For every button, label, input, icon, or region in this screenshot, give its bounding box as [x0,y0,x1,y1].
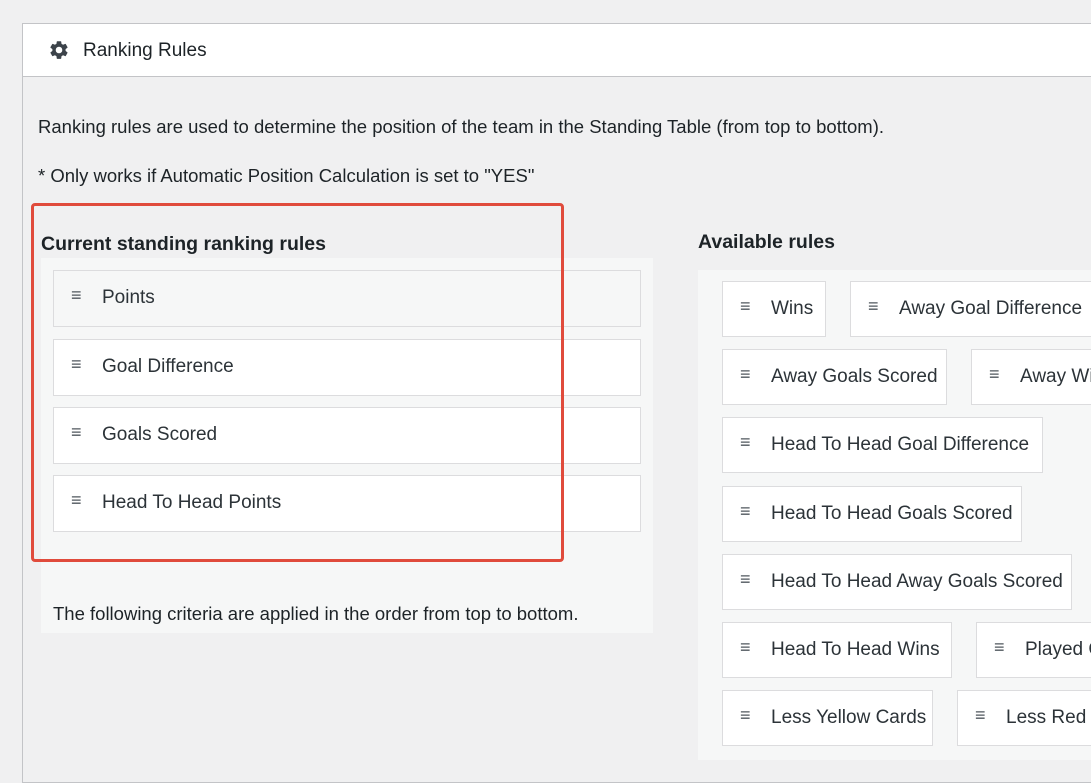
drag-handle-icon[interactable]: ≡ [740,705,751,726]
drag-handle-icon[interactable]: ≡ [71,422,82,443]
panel-title: Ranking Rules [83,40,207,61]
order-hint-text: The following criteria are applied in th… [53,603,579,624]
available-rule-item[interactable]: ≡ Head To Head Goals Scored [722,486,1022,542]
available-rule-item[interactable]: ≡ Played Games [976,622,1091,678]
rule-label: Head To Head Away Goals Scored [771,571,1063,592]
drag-handle-icon[interactable]: ≡ [989,364,1000,385]
available-rule-item[interactable]: ≡ Away Goals Scored [722,349,947,405]
description-text: Ranking rules are used to determine the … [38,116,885,137]
available-rule-item[interactable]: ≡ Head To Head Away Goals Scored [722,554,1072,610]
rule-label: Head To Head Goals Scored [771,503,1013,524]
available-rules-title: Available rules [698,231,835,253]
note-text: * Only works if Automatic Position Calcu… [38,165,535,186]
rule-label: Wins [771,298,814,319]
drag-handle-icon[interactable]: ≡ [740,296,751,317]
current-rule-item[interactable]: ≡ Goal Difference [53,339,641,396]
gear-icon [50,41,68,59]
drag-handle-icon[interactable]: ≡ [994,637,1005,658]
available-rule-item[interactable]: ≡ Away Wins [971,349,1091,405]
rule-label: Less Yellow Cards [771,707,927,728]
rule-label: Head To Head Points [102,492,282,513]
available-rule-item[interactable]: ≡ Away Goal Difference [850,281,1091,337]
available-rule-item[interactable]: ≡ Head To Head Goal Difference [722,417,1043,473]
drag-handle-icon[interactable]: ≡ [740,569,751,590]
available-rule-item[interactable]: ≡ Head To Head Wins [722,622,952,678]
drag-handle-icon[interactable]: ≡ [740,364,751,385]
drag-handle-icon[interactable]: ≡ [868,296,879,317]
rule-label: Goal Difference [102,356,234,377]
drag-handle-icon[interactable]: ≡ [71,285,82,306]
rule-label: Played Games [1025,639,1091,660]
rule-label: Head To Head Wins [771,639,940,660]
rule-label: Points [102,287,155,308]
available-rule-item[interactable]: ≡ Wins [722,281,826,337]
drag-handle-icon[interactable]: ≡ [740,501,751,522]
drag-handle-icon[interactable]: ≡ [740,432,751,453]
rule-label: Away Wins [1020,366,1091,387]
rule-label: Goals Scored [102,424,218,445]
current-rule-item[interactable]: ≡ Goals Scored [53,407,641,464]
available-rule-item[interactable]: ≡ Less Yellow Cards [722,690,933,746]
rule-label: Head To Head Goal Difference [771,434,1030,455]
drag-handle-icon[interactable]: ≡ [71,490,82,511]
current-rules-title: Current standing ranking rules [41,233,326,255]
rule-label: Away Goal Difference [899,298,1083,319]
drag-handle-icon[interactable]: ≡ [975,705,986,726]
available-rule-item[interactable]: ≡ Less Red Cards [957,690,1091,746]
panel-header: Ranking Rules [23,24,1091,77]
current-rule-item[interactable]: ≡ Head To Head Points [53,475,641,532]
drag-handle-icon[interactable]: ≡ [71,354,82,375]
rule-label: Away Goals Scored [771,366,938,387]
drag-handle-icon[interactable]: ≡ [740,637,751,658]
rule-label: Less Red Cards [1006,707,1091,728]
current-rule-item[interactable]: ≡ Points [53,270,641,327]
